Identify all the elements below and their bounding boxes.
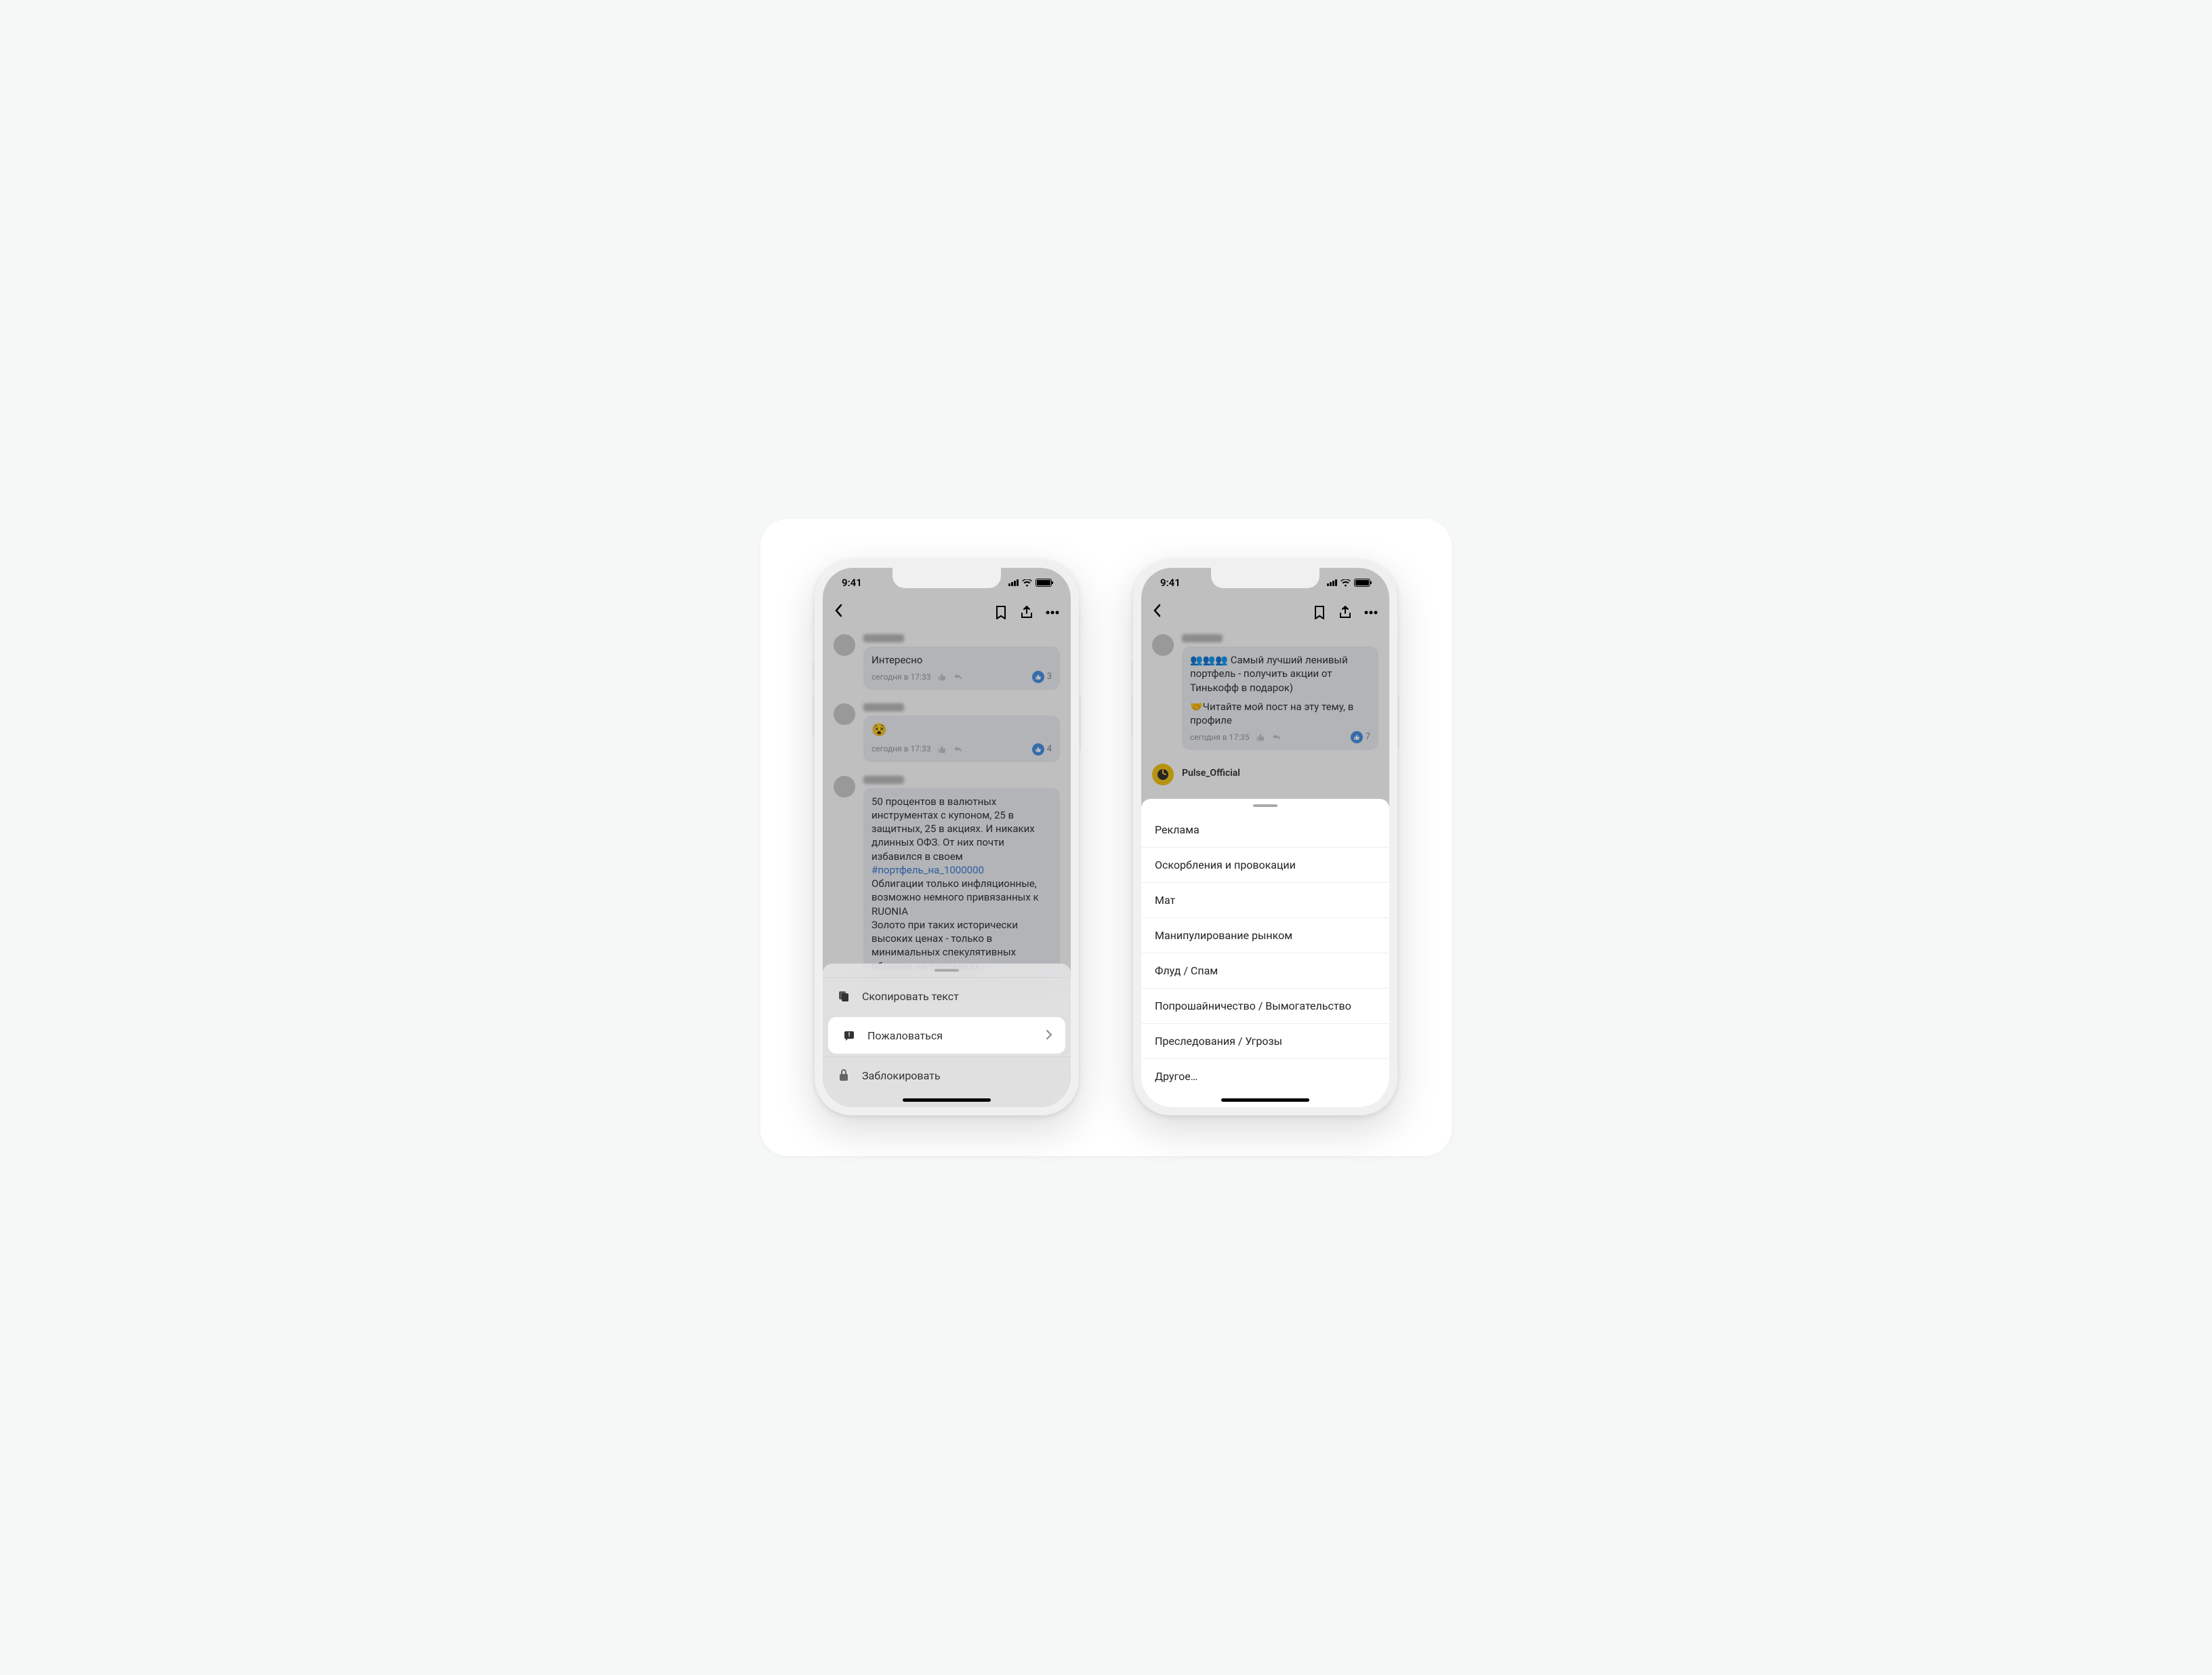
sheet-report[interactable]: ! Пожаловаться: [828, 1017, 1065, 1054]
sheet-grabber[interactable]: [935, 969, 959, 972]
sheet-copy-text[interactable]: Скопировать текст: [823, 977, 1071, 1014]
report-option[interactable]: Флуд / Спам: [1141, 953, 1389, 989]
report-option[interactable]: Другое…: [1141, 1059, 1389, 1094]
phone-mockup-right: 9:41: [1133, 560, 1397, 1115]
home-indicator[interactable]: [1221, 1098, 1309, 1102]
report-icon: !: [842, 1028, 857, 1043]
sheet-item-label: Скопировать текст: [862, 990, 959, 1003]
copy-icon: [836, 989, 851, 1004]
report-option[interactable]: Манипулирование рынком: [1141, 918, 1389, 953]
report-option[interactable]: Мат: [1141, 883, 1389, 918]
sheet-grabber[interactable]: [1253, 804, 1277, 807]
home-indicator[interactable]: [903, 1098, 991, 1102]
phone-mockup-left: 9:41: [815, 560, 1079, 1115]
notch: [893, 568, 1001, 588]
action-sheet: Скопировать текст ! Пожаловаться Заблоки: [823, 964, 1071, 1107]
report-option[interactable]: Попрошайничество / Вымогательство: [1141, 989, 1389, 1024]
lock-icon: [836, 1068, 851, 1083]
chevron-right-icon: [1046, 1029, 1052, 1042]
svg-text:!: !: [848, 1032, 850, 1039]
report-option[interactable]: Оскорбления и провокации: [1141, 848, 1389, 883]
report-option[interactable]: Преследования / Угрозы: [1141, 1024, 1389, 1059]
sheet-item-label: Заблокировать: [862, 1069, 941, 1082]
sheet-item-label: Пожаловаться: [867, 1029, 943, 1042]
notch: [1211, 568, 1319, 588]
report-option[interactable]: Реклама: [1141, 812, 1389, 848]
report-sheet: РекламаОскорбления и провокацииМатМанипу…: [1141, 799, 1389, 1107]
sheet-block[interactable]: Заблокировать: [823, 1056, 1071, 1094]
